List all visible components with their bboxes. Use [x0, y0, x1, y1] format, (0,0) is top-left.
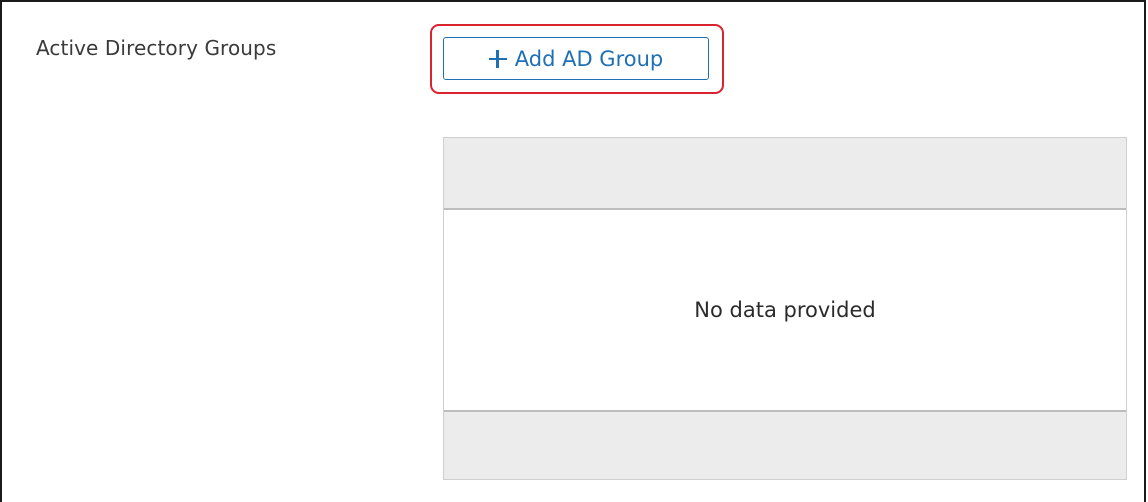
plus-icon: [488, 49, 507, 68]
empty-state-message: No data provided: [694, 298, 876, 322]
add-ad-group-button[interactable]: Add AD Group: [443, 37, 709, 80]
table-footer: [444, 410, 1126, 479]
ad-groups-table: No data provided: [443, 137, 1127, 480]
section-label: Active Directory Groups: [36, 36, 277, 60]
table-header: [444, 138, 1126, 210]
ad-groups-panel: Active Directory Groups Add AD Group No …: [0, 0, 1146, 502]
table-body: No data provided: [444, 210, 1126, 410]
add-ad-group-label: Add AD Group: [514, 46, 664, 71]
